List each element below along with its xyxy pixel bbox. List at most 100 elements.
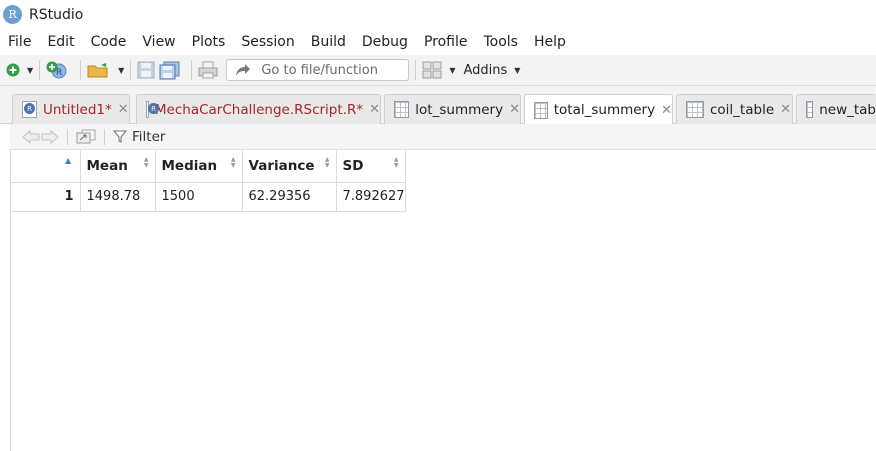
table-cell-sd[interactable]: 7.892627 [336,182,406,212]
data-table-icon [534,101,548,119]
grid-layout-icon [422,61,442,79]
table-row: 1 1498.78 1500 62.29356 7.892627 [11,182,406,212]
sort-arrows-icon: ▲ ▼ [393,156,399,169]
rstudio-logo-icon: R [3,5,22,24]
open-folder-icon [87,63,108,78]
toolbar-separator [130,60,132,80]
addins-menu-button[interactable]: Addins ▼ [463,63,520,78]
table-header-row: ▲ Mean ▲ ▼ Median ▲ ▼ Variance ▲ ▼ SD ▲ ▼ [11,150,406,183]
print-button[interactable] [198,59,218,81]
new-project-button[interactable]: R [46,59,70,81]
menu-view[interactable]: View [134,29,183,55]
sort-arrows-icon: ▲ ▼ [143,156,149,169]
menu-code[interactable]: Code [83,29,135,55]
open-file-dropdown-icon[interactable]: ▼ [118,66,124,75]
toolbar-separator [67,128,68,145]
menu-tools[interactable]: Tools [475,29,526,55]
addins-dropdown-icon: ▼ [514,65,521,75]
menu-session[interactable]: Session [233,29,302,55]
toolbar-separator [191,60,193,80]
table-cell-median[interactable]: 1500 [155,182,243,212]
toolbar-separator [104,128,105,145]
table-cell-mean[interactable]: 1498.78 [80,182,156,212]
data-table-icon [806,101,814,118]
menu-help[interactable]: Help [526,29,574,55]
row-index-header[interactable]: ▲ [11,150,81,183]
filter-button[interactable]: Filter [113,129,165,145]
sort-ascending-icon: ▲ [65,156,72,165]
column-header-label: SD [342,157,364,174]
show-in-window-icon[interactable] [76,129,96,144]
print-icon [198,61,218,79]
new-project-icon: R [46,61,67,79]
save-icon [137,61,155,79]
back-arrow-icon[interactable] [22,129,40,144]
editor-tab-strip: R Untitled1* ✕ R MechaCarChallenge.RScri… [0,86,876,125]
main-toolbar: ▼ R ▼ Go to file/function ▼ Addins ▼ [0,55,876,86]
tab-label: lot_summery [415,101,504,118]
row-index: 1 [11,182,81,212]
filter-funnel-icon [113,130,127,143]
svg-text:R: R [56,68,62,78]
new-file-button[interactable] [6,59,20,81]
column-header-label: Variance [248,157,315,174]
go-to-arrow-icon [236,64,251,76]
column-header-label: Mean [86,157,128,174]
close-icon[interactable]: ✕ [661,103,672,118]
sort-arrows-icon: ▲ ▼ [324,156,330,169]
data-table-icon [394,101,410,118]
toolbar-separator [39,60,41,80]
tab-label: Untitled1* [43,101,112,118]
close-icon[interactable]: ✕ [780,102,791,117]
r-script-icon: R [22,101,37,118]
data-table-icon [686,101,704,118]
column-header-label: Median [161,157,218,174]
save-all-icon [159,61,180,79]
tab-coil-table[interactable]: coil_table ✕ [676,94,793,124]
menu-bar: File Edit Code View Plots Session Build … [0,29,876,55]
menu-debug[interactable]: Debug [354,29,416,55]
column-header-mean[interactable]: Mean ▲ ▼ [80,150,156,183]
go-to-file-input[interactable]: Go to file/function [226,59,410,81]
menu-build[interactable]: Build [303,29,354,55]
tab-label: coil_table [710,101,775,118]
go-to-file-placeholder: Go to file/function [261,62,378,78]
tab-total-summery[interactable]: total_summery ✕ [524,94,673,125]
close-icon[interactable]: ✕ [369,102,380,117]
r-script-icon: R [146,101,159,118]
menu-edit[interactable]: Edit [39,29,82,55]
menu-profile[interactable]: Profile [416,29,476,55]
tab-label: total_summery [553,102,656,118]
save-all-button[interactable] [159,59,181,81]
addins-label: Addins [463,62,508,78]
sort-arrows-icon: ▲ ▼ [230,156,236,169]
open-file-button[interactable] [87,59,111,81]
tab-lot-summery[interactable]: lot_summery ✕ [384,94,521,124]
new-file-icon [6,63,20,77]
tab-untitled1[interactable]: R Untitled1* ✕ [12,94,130,124]
close-icon[interactable]: ✕ [118,102,129,117]
title-bar: R RStudio [0,0,876,29]
toolbar-separator [415,60,417,80]
new-file-dropdown-icon[interactable]: ▼ [27,66,33,75]
column-header-median[interactable]: Median ▲ ▼ [155,150,243,183]
tab-new-table[interactable]: new_tab [796,94,876,124]
save-button[interactable] [137,59,155,81]
menu-plots[interactable]: Plots [184,29,234,55]
close-icon[interactable]: ✕ [509,102,520,117]
menu-file[interactable]: File [0,29,39,55]
window-title: RStudio [29,6,84,23]
tab-label: MechaCarChallenge.RScript.R* [154,101,364,118]
data-viewer-toolbar: Filter [10,124,876,150]
forward-arrow-icon[interactable] [41,129,59,144]
tab-label: new_tab [819,101,876,118]
table-cell-variance[interactable]: 62.29356 [242,182,337,212]
toolbar-separator [80,60,82,80]
pane-layout-button[interactable] [422,59,442,81]
data-table: ▲ Mean ▲ ▼ Median ▲ ▼ Variance ▲ ▼ SD ▲ ▼ 1 … [11,150,406,212]
pane-layout-dropdown-icon[interactable]: ▼ [449,66,455,75]
column-header-variance[interactable]: Variance ▲ ▼ [242,150,337,183]
column-header-sd[interactable]: SD ▲ ▼ [336,150,406,183]
tab-mechacar-script[interactable]: R MechaCarChallenge.RScript.R* ✕ [136,94,381,124]
filter-label: Filter [132,128,166,145]
